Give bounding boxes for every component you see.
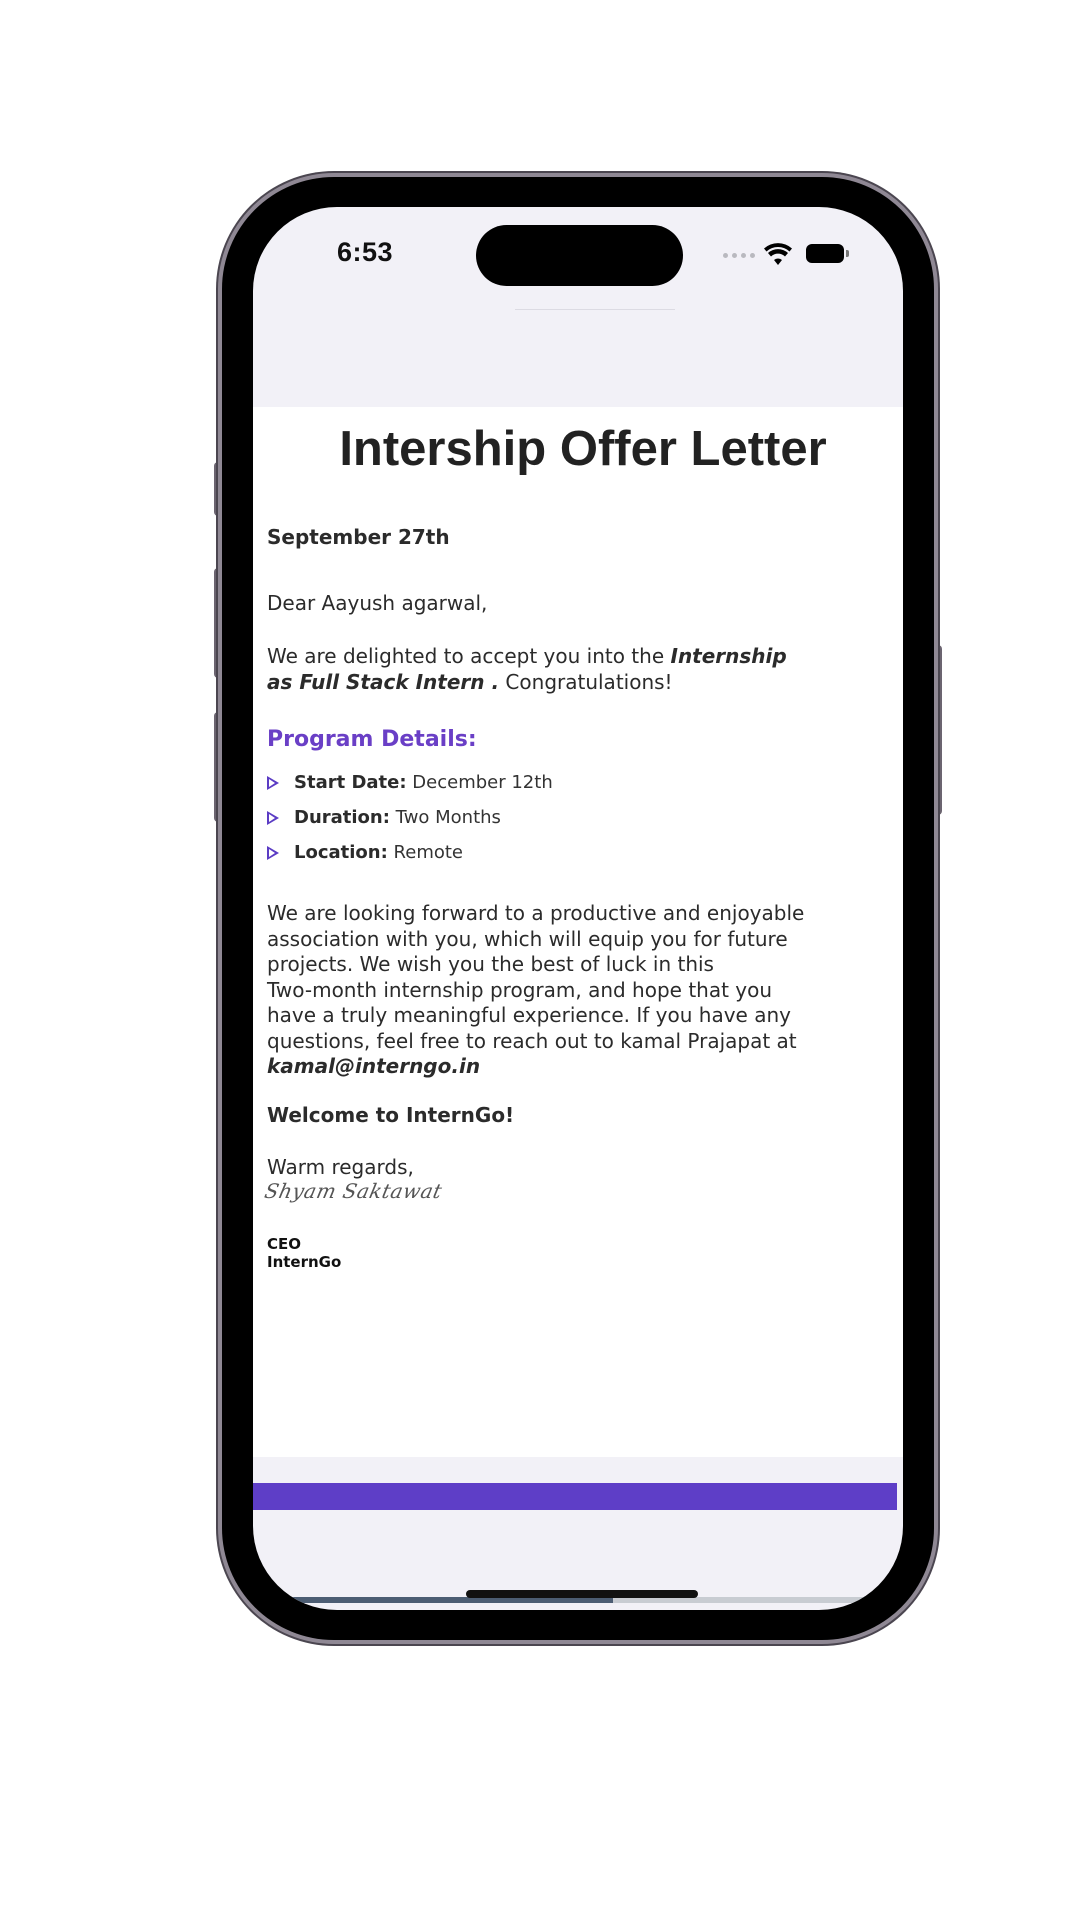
program-details-list: Start Date: December 12th Duration: Two … bbox=[267, 772, 553, 877]
body-text: We are looking forward to a productive a… bbox=[267, 901, 805, 1053]
closing-line: Warm regards, bbox=[267, 1155, 414, 1179]
detail-location: Location: Remote bbox=[267, 842, 553, 877]
signer-title: CEO bbox=[267, 1235, 302, 1253]
signer-block: CEO InternGo bbox=[267, 1235, 341, 1271]
cellular-signal-icon bbox=[723, 253, 755, 258]
signature: Shyam Saktawat bbox=[262, 1179, 445, 1203]
action-button bbox=[214, 462, 222, 516]
battery-icon bbox=[806, 244, 849, 263]
letter-greeting: Dear Aayush agarwal, bbox=[267, 591, 488, 615]
detail-label: Location: bbox=[294, 842, 388, 863]
program-details-heading: Program Details: bbox=[267, 727, 477, 752]
nav-divider bbox=[515, 309, 675, 310]
letter-title: Intership Offer Letter bbox=[339, 422, 827, 476]
stage: 6:53 Intership Offer Letter September 27… bbox=[0, 0, 1080, 1920]
offer-letter-document[interactable]: Intership Offer Letter September 27th De… bbox=[253, 407, 903, 1457]
signer-company: InternGo bbox=[267, 1253, 342, 1271]
triangle-outline-icon bbox=[267, 846, 279, 860]
detail-value: Two Months bbox=[395, 807, 501, 828]
wifi-icon bbox=[764, 243, 792, 265]
letter-body: We are looking forward to a productive a… bbox=[267, 901, 827, 1080]
triangle-outline-icon bbox=[267, 776, 279, 790]
volume-up-button bbox=[214, 568, 222, 678]
contact-email: kamal@interngo.in bbox=[267, 1054, 481, 1078]
phone-screen: 6:53 Intership Offer Letter September 27… bbox=[253, 207, 903, 1610]
triangle-outline-icon bbox=[267, 811, 279, 825]
status-time: 6:53 bbox=[337, 237, 394, 267]
detail-label: Duration: bbox=[294, 807, 390, 828]
detail-start-date: Start Date: December 12th bbox=[267, 772, 553, 807]
welcome-line: Welcome to InternGo! bbox=[267, 1103, 515, 1127]
power-button bbox=[934, 645, 942, 815]
home-indicator[interactable] bbox=[466, 1590, 698, 1598]
letter-footer-bar bbox=[253, 1483, 897, 1510]
detail-duration: Duration: Two Months bbox=[267, 807, 553, 842]
detail-value: Remote bbox=[393, 842, 463, 863]
detail-value: December 12th bbox=[412, 772, 553, 793]
intro-suffix: Congratulations! bbox=[499, 670, 673, 694]
detail-label: Start Date: bbox=[294, 772, 407, 793]
dynamic-island bbox=[476, 225, 683, 286]
intro-prefix: We are delighted to accept you into the bbox=[267, 644, 671, 668]
volume-down-button bbox=[214, 712, 222, 822]
letter-intro: We are delighted to accept you into the … bbox=[267, 643, 807, 695]
letter-date: September 27th bbox=[267, 525, 450, 549]
